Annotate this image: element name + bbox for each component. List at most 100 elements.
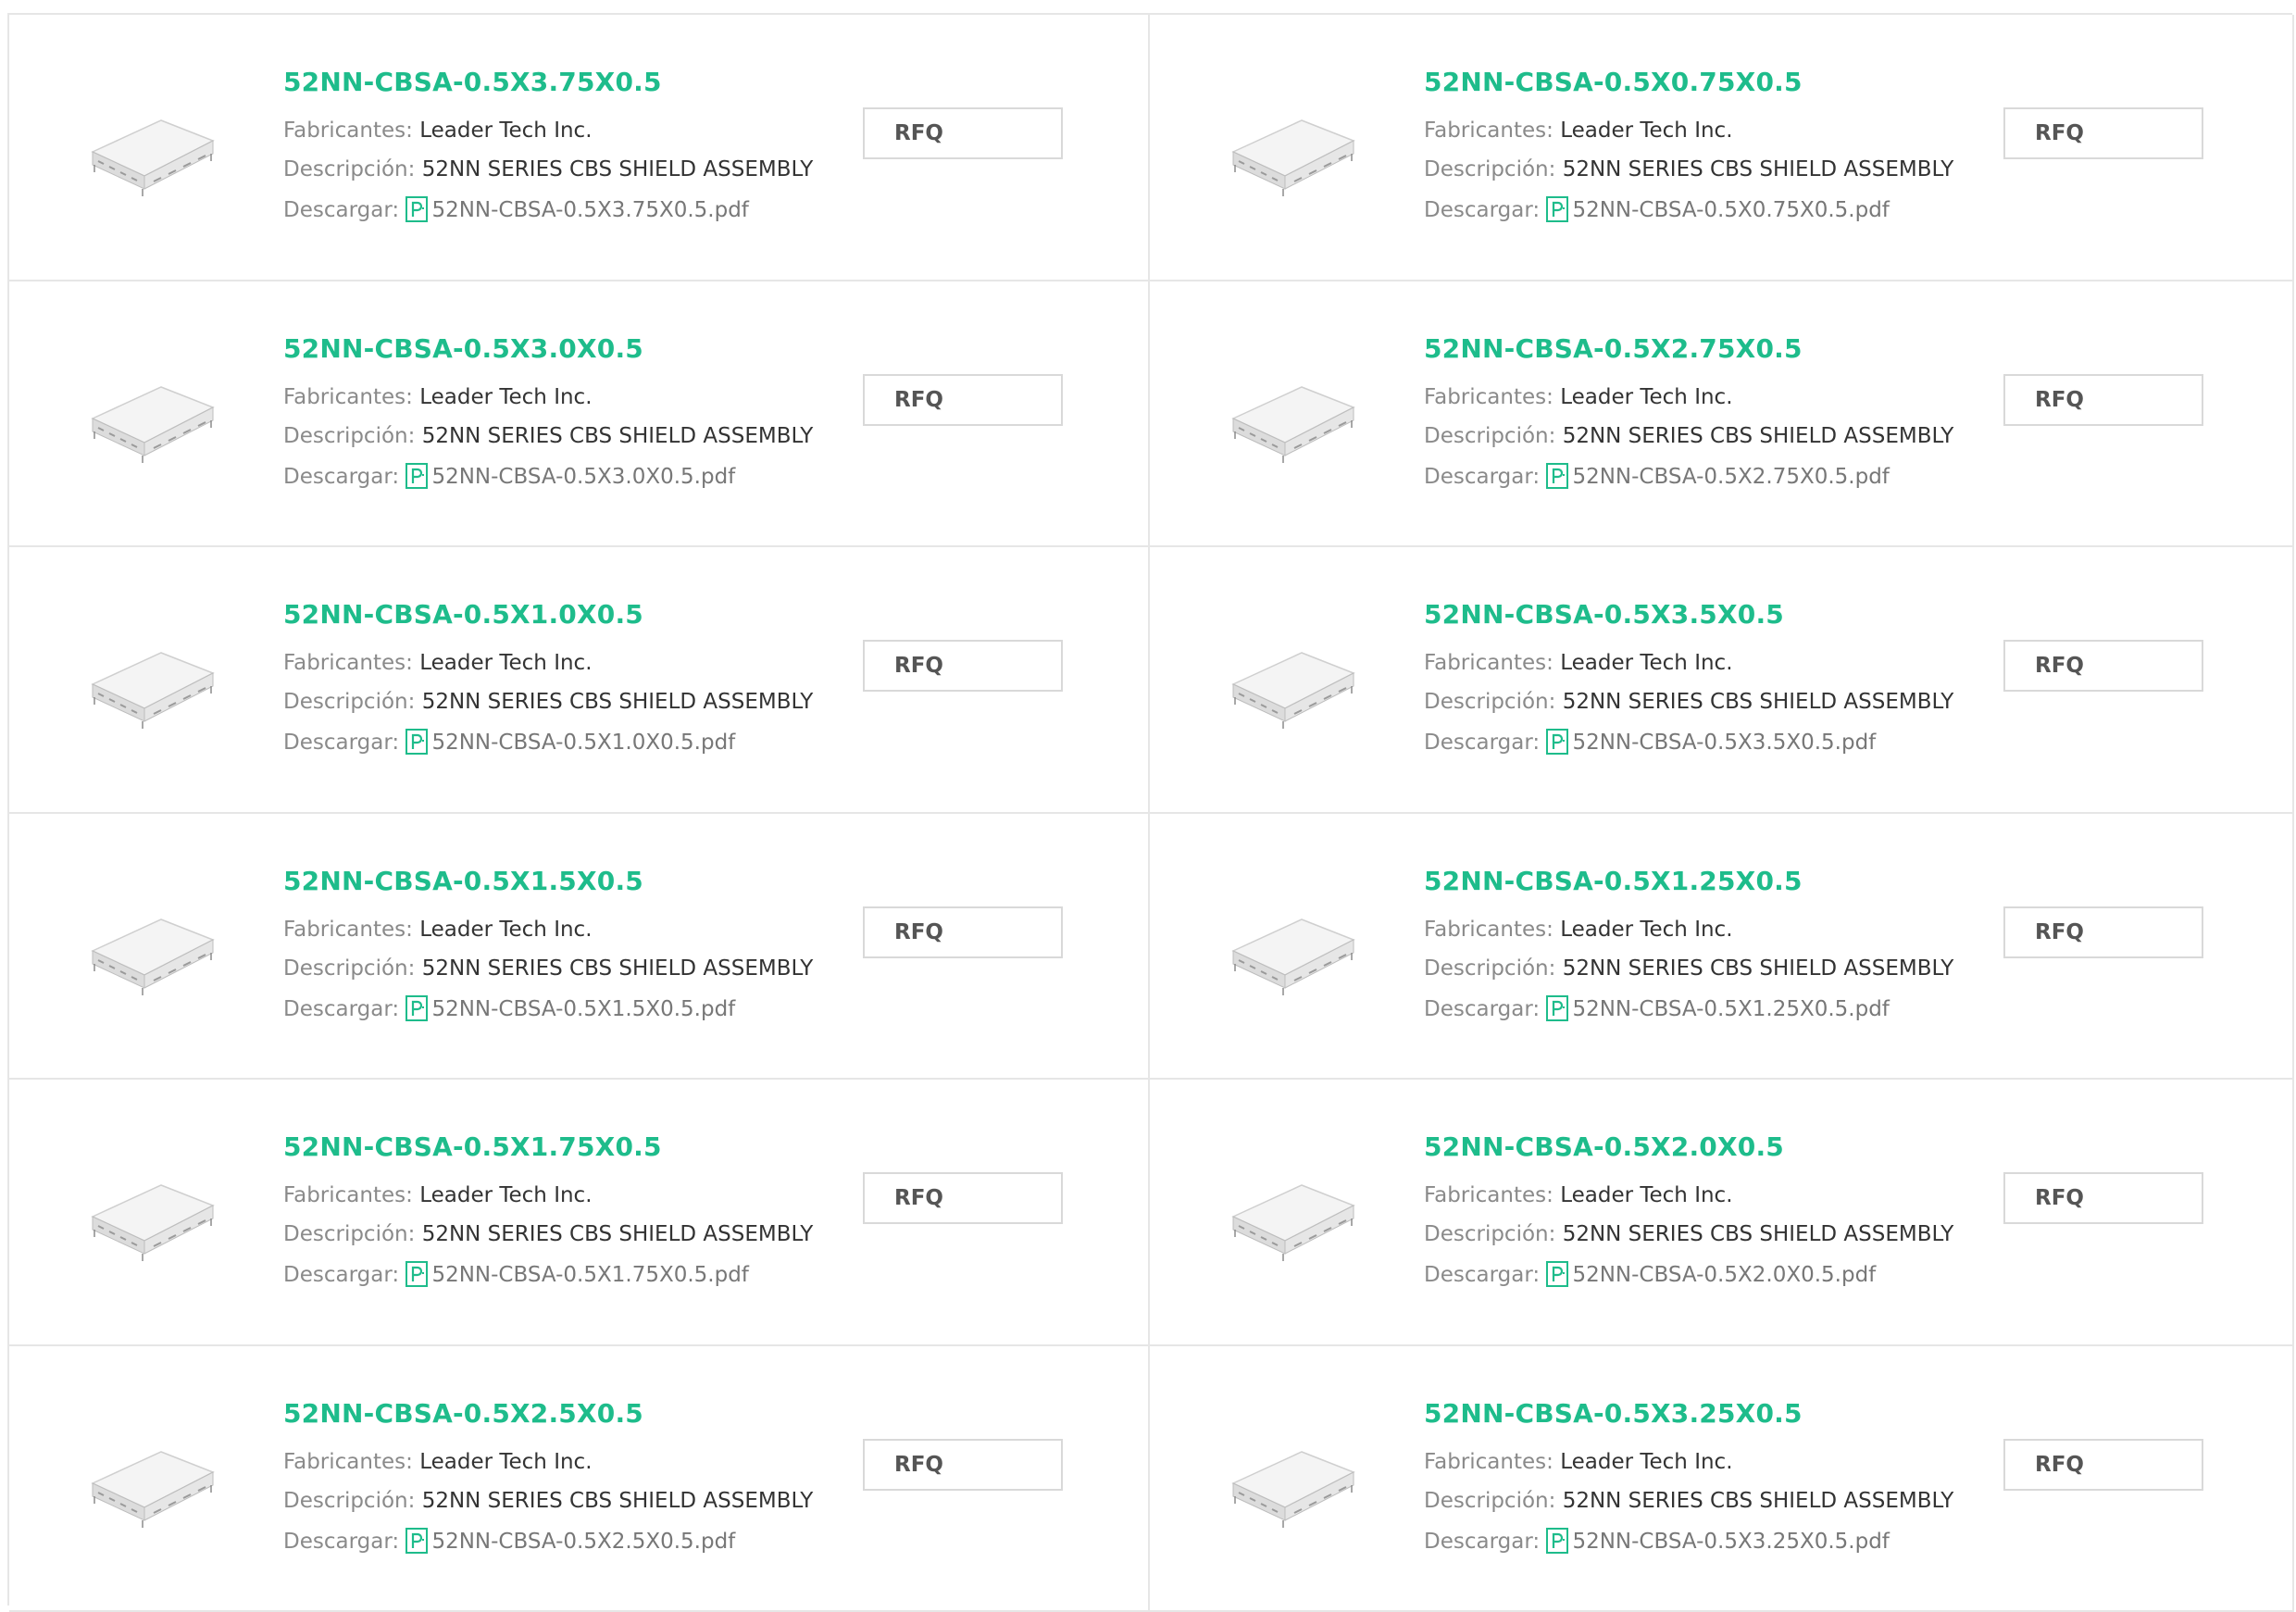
product-thumbnail[interactable] <box>76 1168 224 1270</box>
manufacturer-value: Leader Tech Inc. <box>1560 1450 1732 1474</box>
part-number-link[interactable]: 52NN-CBSA-0.5X0.75X0.5 <box>1424 67 1803 97</box>
manufacturer-label: Fabricantes: <box>1424 385 1554 409</box>
download-row: Descargar: 52NN-CBSA-0.5X1.0X0.5.pdf <box>283 729 735 755</box>
product-thumbnail[interactable] <box>1217 1435 1365 1537</box>
pdf-file-icon[interactable] <box>406 1261 428 1287</box>
product-card: 52NN-CBSA-0.5X2.5X0.5 Fabricantes: Leade… <box>9 1346 1150 1612</box>
pdf-file-icon[interactable] <box>406 463 428 489</box>
product-thumbnail[interactable] <box>76 1435 224 1537</box>
pdf-download-link[interactable]: 52NN-CBSA-0.5X3.0X0.5.pdf <box>431 465 735 489</box>
pdf-download-link[interactable]: 52NN-CBSA-0.5X1.25X0.5.pdf <box>1572 997 1889 1021</box>
product-thumbnail[interactable] <box>1217 636 1365 738</box>
pdf-download-link[interactable]: 52NN-CBSA-0.5X1.5X0.5.pdf <box>431 997 735 1021</box>
description-label: Descripción: <box>1424 1222 1555 1246</box>
pdf-download-link[interactable]: 52NN-CBSA-0.5X2.5X0.5.pdf <box>431 1530 735 1554</box>
pdf-download-link[interactable]: 52NN-CBSA-0.5X3.75X0.5.pdf <box>431 198 748 222</box>
download-row: Descargar: 52NN-CBSA-0.5X3.0X0.5.pdf <box>283 463 735 489</box>
manufacturer-row: Fabricantes: Leader Tech Inc. <box>283 1450 593 1474</box>
part-number-link[interactable]: 52NN-CBSA-0.5X3.25X0.5 <box>1424 1398 1803 1429</box>
product-card: 52NN-CBSA-0.5X2.75X0.5 Fabricantes: Lead… <box>1150 281 2294 548</box>
product-thumbnail[interactable] <box>1217 1168 1365 1270</box>
description-row: Descripción: 52NN SERIES CBS SHIELD ASSE… <box>283 1222 813 1246</box>
part-number-link[interactable]: 52NN-CBSA-0.5X1.5X0.5 <box>283 866 643 896</box>
pdf-download-link[interactable]: 52NN-CBSA-0.5X1.0X0.5.pdf <box>431 731 735 755</box>
rfq-button[interactable]: RFQ <box>2003 1439 2203 1491</box>
manufacturer-value: Leader Tech Inc. <box>419 385 592 409</box>
download-label: Descargar: <box>1424 997 1540 1021</box>
pdf-download-link[interactable]: 52NN-CBSA-0.5X0.75X0.5.pdf <box>1572 198 1889 222</box>
manufacturer-row: Fabricantes: Leader Tech Inc. <box>1424 651 1733 675</box>
rfq-button[interactable]: RFQ <box>2003 640 2203 692</box>
part-number-link[interactable]: 52NN-CBSA-0.5X1.25X0.5 <box>1424 866 1803 896</box>
description-label: Descripción: <box>1424 956 1555 981</box>
manufacturer-row: Fabricantes: Leader Tech Inc. <box>283 1183 593 1207</box>
product-thumbnail[interactable] <box>76 903 224 1005</box>
pdf-file-icon[interactable] <box>1546 995 1568 1021</box>
product-thumbnail[interactable] <box>76 636 224 738</box>
rfq-button[interactable]: RFQ <box>2003 906 2203 958</box>
pdf-file-icon[interactable] <box>1546 463 1568 489</box>
description-value: 52NN SERIES CBS SHIELD ASSEMBLY <box>422 690 814 714</box>
rfq-button[interactable]: RFQ <box>2003 1172 2203 1224</box>
manufacturer-row: Fabricantes: Leader Tech Inc. <box>1424 1183 1733 1207</box>
description-label: Descripción: <box>283 956 415 981</box>
product-card: 52NN-CBSA-0.5X3.25X0.5 Fabricantes: Lead… <box>1150 1346 2294 1612</box>
part-number-link[interactable]: 52NN-CBSA-0.5X3.5X0.5 <box>1424 599 1784 630</box>
pdf-file-icon[interactable] <box>1546 1528 1568 1554</box>
part-number-link[interactable]: 52NN-CBSA-0.5X2.75X0.5 <box>1424 333 1803 364</box>
download-row: Descargar: 52NN-CBSA-0.5X1.75X0.5.pdf <box>283 1261 749 1287</box>
pdf-file-icon[interactable] <box>1546 196 1568 222</box>
description-value: 52NN SERIES CBS SHIELD ASSEMBLY <box>1563 1489 1954 1513</box>
part-number-link[interactable]: 52NN-CBSA-0.5X1.0X0.5 <box>283 599 643 630</box>
rfq-button[interactable]: RFQ <box>863 1439 1063 1491</box>
download-label: Descargar: <box>283 1530 399 1554</box>
part-number-link[interactable]: 52NN-CBSA-0.5X2.0X0.5 <box>1424 1131 1784 1162</box>
part-number-link[interactable]: 52NN-CBSA-0.5X1.75X0.5 <box>283 1131 662 1162</box>
description-value: 52NN SERIES CBS SHIELD ASSEMBLY <box>1563 1222 1954 1246</box>
rfq-button[interactable]: RFQ <box>863 374 1063 426</box>
product-thumbnail[interactable] <box>1217 370 1365 472</box>
product-card: 52NN-CBSA-0.5X2.0X0.5 Fabricantes: Leade… <box>1150 1080 2294 1346</box>
rfq-button[interactable]: RFQ <box>863 640 1063 692</box>
pdf-download-link[interactable]: 52NN-CBSA-0.5X2.0X0.5.pdf <box>1572 1263 1876 1287</box>
rfq-button[interactable]: RFQ <box>2003 374 2203 426</box>
description-value: 52NN SERIES CBS SHIELD ASSEMBLY <box>422 424 814 448</box>
pdf-download-link[interactable]: 52NN-CBSA-0.5X3.25X0.5.pdf <box>1572 1530 1889 1554</box>
description-label: Descripción: <box>283 690 415 714</box>
pdf-file-icon[interactable] <box>406 995 428 1021</box>
manufacturer-row: Fabricantes: Leader Tech Inc. <box>1424 385 1733 409</box>
description-label: Descripción: <box>283 157 415 181</box>
rfq-button[interactable]: RFQ <box>863 1172 1063 1224</box>
manufacturer-label: Fabricantes: <box>1424 119 1554 143</box>
product-thumbnail[interactable] <box>76 104 224 206</box>
pdf-download-link[interactable]: 52NN-CBSA-0.5X1.75X0.5.pdf <box>431 1263 748 1287</box>
pdf-download-link[interactable]: 52NN-CBSA-0.5X3.5X0.5.pdf <box>1572 731 1876 755</box>
download-label: Descargar: <box>1424 198 1540 222</box>
description-label: Descripción: <box>1424 424 1555 448</box>
pdf-download-link[interactable]: 52NN-CBSA-0.5X2.75X0.5.pdf <box>1572 465 1889 489</box>
manufacturer-row: Fabricantes: Leader Tech Inc. <box>283 651 593 675</box>
product-thumbnail[interactable] <box>1217 903 1365 1005</box>
download-label: Descargar: <box>283 465 399 489</box>
pdf-file-icon[interactable] <box>406 196 428 222</box>
description-value: 52NN SERIES CBS SHIELD ASSEMBLY <box>422 1489 814 1513</box>
rfq-button[interactable]: RFQ <box>863 906 1063 958</box>
product-card: 52NN-CBSA-0.5X3.0X0.5 Fabricantes: Leade… <box>9 281 1150 548</box>
pdf-file-icon[interactable] <box>1546 1261 1568 1287</box>
product-thumbnail[interactable] <box>1217 104 1365 206</box>
rfq-button[interactable]: RFQ <box>863 107 1063 159</box>
pdf-file-icon[interactable] <box>1546 729 1568 755</box>
download-label: Descargar: <box>283 198 399 222</box>
description-row: Descripción: 52NN SERIES CBS SHIELD ASSE… <box>283 157 813 181</box>
manufacturer-value: Leader Tech Inc. <box>1560 385 1732 409</box>
manufacturer-value: Leader Tech Inc. <box>1560 1183 1732 1207</box>
part-number-link[interactable]: 52NN-CBSA-0.5X3.0X0.5 <box>283 333 643 364</box>
part-number-link[interactable]: 52NN-CBSA-0.5X2.5X0.5 <box>283 1398 643 1429</box>
pdf-file-icon[interactable] <box>406 1528 428 1554</box>
part-number-link[interactable]: 52NN-CBSA-0.5X3.75X0.5 <box>283 67 662 97</box>
manufacturer-value: Leader Tech Inc. <box>419 1183 592 1207</box>
product-thumbnail[interactable] <box>76 370 224 472</box>
rfq-button[interactable]: RFQ <box>2003 107 2203 159</box>
pdf-file-icon[interactable] <box>406 729 428 755</box>
description-label: Descripción: <box>1424 1489 1555 1513</box>
